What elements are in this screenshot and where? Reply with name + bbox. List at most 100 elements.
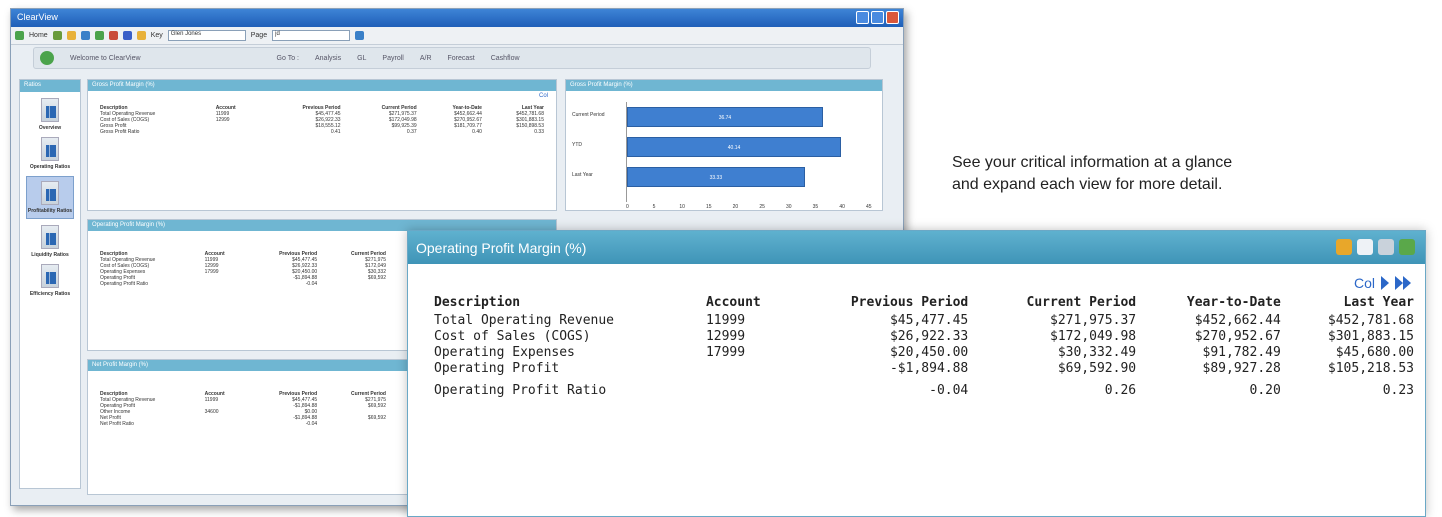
cell: -0.04 bbox=[305, 421, 318, 427]
refresh-icon[interactable] bbox=[1399, 239, 1415, 255]
cell: $45,477.45 bbox=[889, 313, 969, 328]
net-mini-table: Description Account Previous Period Current… bbox=[98, 391, 388, 427]
ratio-row: Operating Profit Ratio -0.04 0.26 0.20 0… bbox=[432, 377, 1416, 399]
sidebar-item-profitability-ratios[interactable]: Profitability Ratios bbox=[26, 176, 74, 219]
export-icon[interactable] bbox=[1357, 239, 1373, 255]
minimize-button[interactable] bbox=[856, 11, 869, 24]
download-icon[interactable] bbox=[94, 31, 104, 40]
app-title: ClearView bbox=[17, 12, 58, 22]
panel-title: Gross Profit Margin (%) bbox=[566, 80, 882, 91]
nav-link-forecast[interactable]: Forecast bbox=[448, 55, 475, 62]
sidebar-item-operating-ratios[interactable]: Operating Ratios bbox=[26, 137, 74, 170]
font-icon[interactable] bbox=[122, 31, 132, 40]
cell: Operating Profit bbox=[434, 361, 560, 376]
nav-link-analysis[interactable]: Analysis bbox=[315, 55, 341, 62]
home-label[interactable]: Home bbox=[29, 32, 48, 39]
cell: 11999 bbox=[705, 313, 746, 328]
ratios-sidebar: Ratios Overview Operating Ratios Profita… bbox=[19, 79, 81, 489]
nav-link-cashflow[interactable]: Cashflow bbox=[491, 55, 520, 62]
nav-link-ar[interactable]: A/R bbox=[420, 55, 432, 62]
go-icon[interactable] bbox=[355, 31, 365, 40]
tagline-line: and expand each view for more detail. bbox=[952, 176, 1223, 193]
close-button[interactable] bbox=[886, 11, 899, 24]
bar-label: Current Period bbox=[572, 112, 605, 118]
print-icon[interactable] bbox=[66, 31, 76, 40]
lock-icon[interactable] bbox=[1336, 239, 1352, 255]
sidebar-item-label: Liquidity Ratios bbox=[31, 252, 69, 258]
cell: 0.33 bbox=[534, 129, 544, 135]
operating-profit-table: Description Account Previous Period Curr… bbox=[432, 295, 1416, 399]
ratio-row: Gross Profit Ratio 0.41 0.37 0.40 0.33 bbox=[98, 129, 546, 135]
cell: Total Operating Revenue bbox=[434, 313, 615, 328]
x-tick-label: 35 bbox=[812, 204, 819, 210]
goto-label: Go To : bbox=[276, 54, 299, 62]
bar-label: Last Year bbox=[572, 172, 593, 178]
x-tick-label: 15 bbox=[706, 204, 712, 210]
page-select[interactable]: jd bbox=[272, 30, 351, 41]
cell bbox=[203, 281, 245, 287]
cell: Operating Expenses bbox=[434, 345, 575, 360]
settings-icon[interactable] bbox=[108, 31, 118, 40]
cell: -$1,894.88 bbox=[889, 361, 969, 376]
sidebar-item-label: Profitability Ratios bbox=[27, 208, 73, 214]
next-column-icon[interactable] bbox=[1381, 276, 1389, 290]
print-icon[interactable] bbox=[1378, 239, 1394, 255]
cell: 0.20 bbox=[1249, 383, 1281, 398]
operating-profit-panel: Operating Profit Margin (%) Col Descript… bbox=[407, 230, 1426, 517]
cell: $91,782.49 bbox=[1202, 345, 1281, 360]
chart-gear-icon bbox=[41, 264, 59, 288]
tagline: See your critical information at a glanc… bbox=[952, 152, 1232, 196]
nav-link-gl[interactable]: GL bbox=[357, 55, 366, 62]
header-current-period: Current Period bbox=[1026, 295, 1137, 310]
col-nav[interactable]: Col bbox=[88, 91, 556, 99]
key-select[interactable]: Glen Jones bbox=[167, 30, 246, 41]
home-icon[interactable] bbox=[15, 31, 24, 40]
chart-down-icon bbox=[41, 225, 59, 249]
cell bbox=[704, 377, 791, 399]
cell bbox=[203, 421, 245, 427]
cell: 0.23 bbox=[1382, 383, 1414, 398]
x-tick-label: 0 bbox=[626, 204, 629, 210]
cell: 0.41 bbox=[330, 129, 341, 135]
bar-value: 40.14 bbox=[727, 145, 741, 151]
operating-mini-table: Description Account Previous Period Current… bbox=[98, 251, 388, 287]
header-row: Description Account Previous Period Curr… bbox=[432, 295, 1416, 313]
table-row: Operating Profit -$1,894.88 $69,592.90 $… bbox=[432, 361, 1416, 377]
x-axis-ticks: 0 5 10 15 20 25 30 35 40 45 bbox=[626, 204, 894, 212]
x-tick-label: 20 bbox=[732, 204, 739, 210]
sidebar-item-liquidity-ratios[interactable]: Liquidity Ratios bbox=[26, 225, 74, 258]
tagline-line: See your critical information at a glanc… bbox=[952, 154, 1233, 171]
x-tick-label: 5 bbox=[652, 204, 656, 210]
bar-label: YTD bbox=[572, 142, 582, 148]
gross-profit-table: Description Account Previous Period Curr… bbox=[98, 105, 546, 135]
sidebar-header: Ratios bbox=[20, 80, 80, 92]
chart-up-icon bbox=[41, 181, 59, 205]
sidebar-item-label: Efficiency Ratios bbox=[29, 291, 71, 297]
last-column-icon[interactable] bbox=[1395, 276, 1411, 290]
page-label: Page bbox=[250, 32, 268, 39]
bar-chart: 36.74 40.14 33.33 bbox=[626, 102, 894, 202]
gross-profit-chart-panel: Gross Profit Margin (%) Current Period Y… bbox=[565, 79, 883, 211]
sidebar-item-efficiency-ratios[interactable]: Efficiency Ratios bbox=[26, 264, 74, 297]
refresh-icon[interactable] bbox=[52, 31, 62, 40]
x-tick-label: 45 bbox=[866, 204, 872, 210]
ratio-row: Net Profit Ratio -0.04 bbox=[98, 421, 388, 427]
maximize-button[interactable] bbox=[871, 11, 884, 24]
cell: 17999 bbox=[705, 345, 746, 360]
x-tick-label: 30 bbox=[786, 204, 792, 210]
key-label: Key bbox=[150, 32, 163, 39]
x-tick-label: 25 bbox=[759, 204, 765, 210]
chart-icon bbox=[41, 137, 59, 161]
nav-link-payroll[interactable]: Payroll bbox=[382, 55, 403, 62]
title-bar: ClearView bbox=[11, 9, 903, 27]
table-row: Cost of Sales (COGS) 12999 $26,922.33 $1… bbox=[432, 329, 1416, 345]
panel-title: Gross Profit Margin (%) bbox=[88, 80, 556, 91]
cell: $30,332.49 bbox=[1057, 345, 1137, 360]
export-icon[interactable] bbox=[80, 31, 90, 40]
header-year-to-date: Year-to-Date bbox=[1186, 295, 1281, 310]
sidebar-item-overview[interactable]: Overview bbox=[26, 98, 74, 131]
cell: Cost of Sales (COGS) bbox=[434, 329, 591, 344]
header-account: Account bbox=[705, 295, 761, 310]
sidebar-item-label: Operating Ratios bbox=[29, 164, 71, 170]
lock-icon[interactable] bbox=[136, 31, 146, 40]
